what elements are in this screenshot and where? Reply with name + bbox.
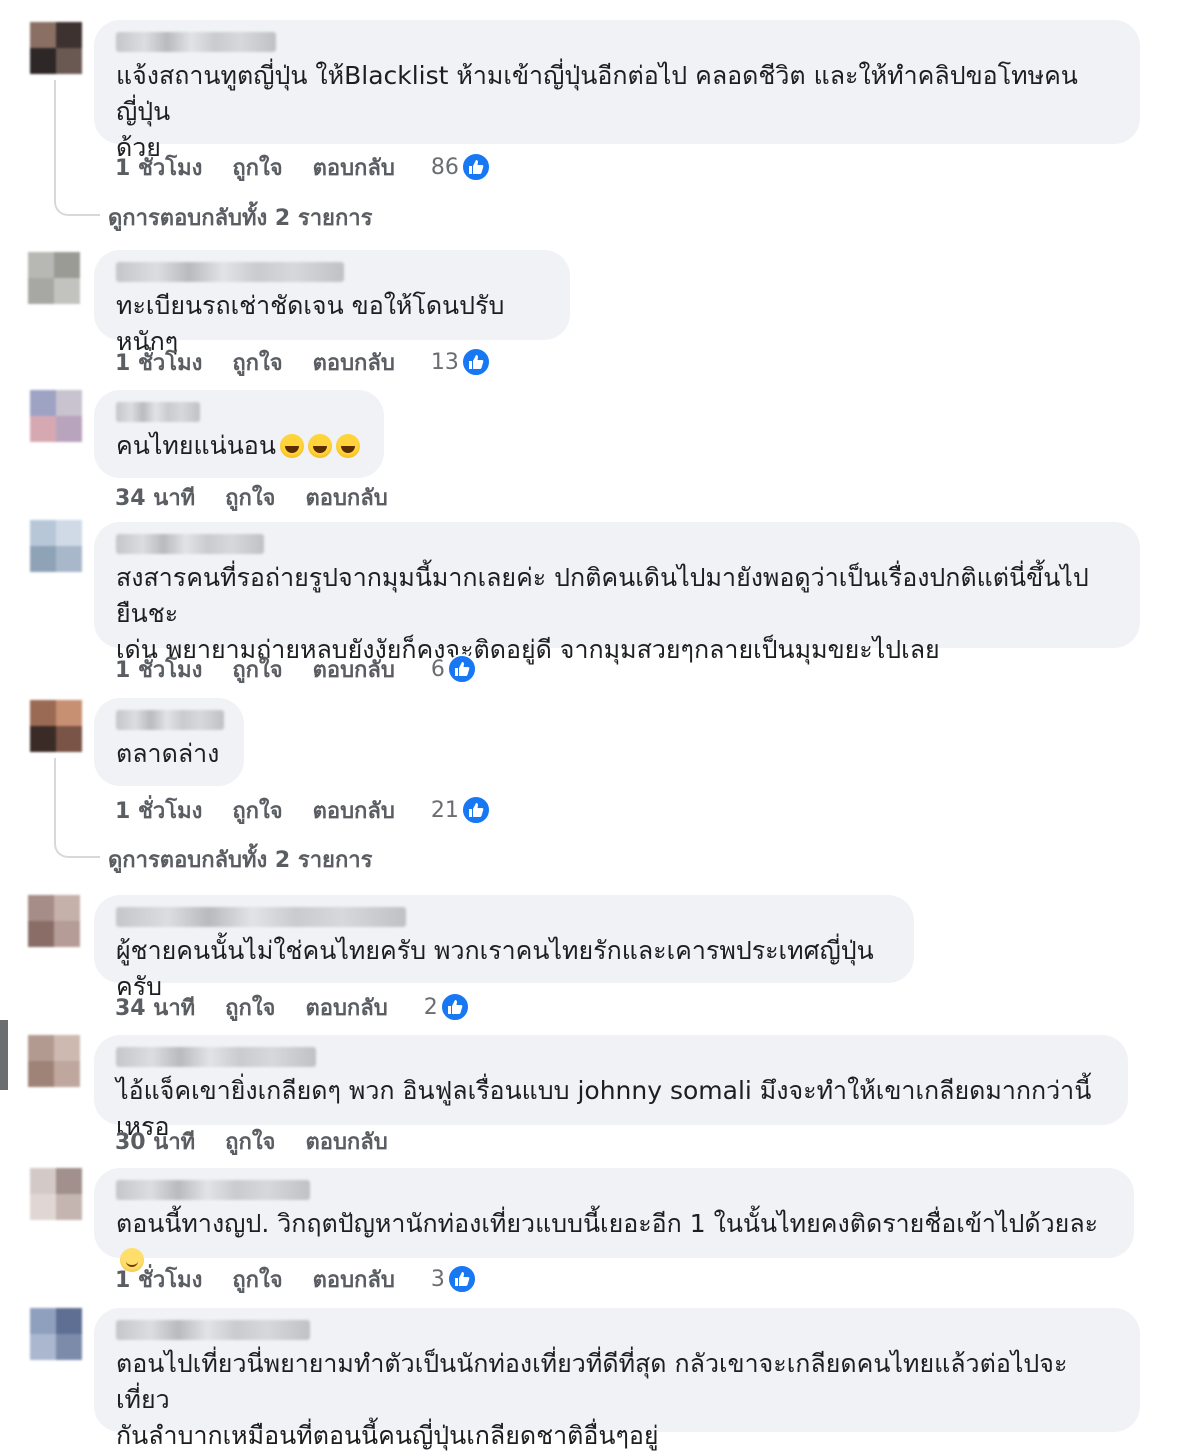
comment-text: คนไทยแน่นอน (116, 428, 362, 464)
reply-button[interactable]: ตอบกลับ (313, 1262, 395, 1297)
reply-button[interactable]: ตอบกลับ (305, 1124, 387, 1159)
like-count: 86 (430, 154, 459, 180)
comment-actions: 1 ชั่วโมง ถูกใจ ตอบกลับ 3 (115, 1262, 507, 1296)
reaction-count[interactable]: 86 (431, 152, 521, 182)
author-name-blurred[interactable] (116, 262, 344, 282)
comment-text-value: ตอนนี้ทางญป. วิกฤตปัญหานักท่องเที่ยวแบบน… (116, 1209, 1099, 1238)
comment-actions: 30 นาที ถูกใจ ตอบกลับ (115, 1124, 418, 1158)
comment-actions: 1 ชั่วโมง ถูกใจ ตอบกลับ 86 (115, 150, 521, 184)
like-count: 3 (430, 1266, 445, 1292)
author-name-blurred[interactable] (116, 1047, 316, 1067)
thumbs-up-icon (460, 795, 491, 825)
laughing-face-icon (307, 434, 332, 458)
author-name-blurred[interactable] (116, 32, 276, 52)
timestamp[interactable]: 1 ชั่วโมง (115, 150, 202, 185)
comment-actions: 34 นาที ถูกใจ ตอบกลับ (115, 480, 418, 514)
comment-bubble: ตอนไปเที่ยวนี่พยายามทำตัวเป็นนักท่องเที่… (94, 1308, 1140, 1450)
reaction-count[interactable]: 13 (431, 347, 521, 377)
thumbs-up-icon (446, 654, 477, 684)
reply-button[interactable]: ตอบกลับ (313, 150, 395, 185)
comment-bubble: ตลาดล่าง (94, 698, 244, 786)
like-count: 2 (423, 994, 438, 1020)
thumbs-up-icon (460, 347, 491, 377)
like-button[interactable]: ถูกใจ (232, 150, 282, 185)
thread-connector (54, 80, 100, 216)
reaction-count[interactable]: 3 (431, 1264, 507, 1294)
comment-text: ตลาดล่าง (116, 739, 220, 768)
thumbs-up-icon (460, 152, 491, 182)
reaction-count[interactable]: 21 (431, 795, 521, 825)
comment-actions: 1 ชั่วโมง ถูกใจ ตอบกลับ 6 (115, 652, 507, 686)
laughing-face-icon (279, 434, 304, 458)
author-name-blurred[interactable] (116, 1180, 310, 1200)
timestamp[interactable]: 1 ชั่วโมง (115, 1262, 202, 1297)
avatar[interactable] (30, 520, 82, 572)
like-button[interactable]: ถูกใจ (225, 480, 275, 515)
comment-actions: 1 ชั่วโมง ถูกใจ ตอบกลับ 21 (115, 793, 521, 827)
reply-button[interactable]: ตอบกลับ (305, 480, 387, 515)
comment-bubble: คนไทยแน่นอน (94, 390, 384, 478)
like-button[interactable]: ถูกใจ (232, 793, 282, 828)
reply-button[interactable]: ตอบกลับ (313, 793, 395, 828)
avatar[interactable] (28, 252, 80, 304)
timestamp[interactable]: 1 ชั่วโมง (115, 345, 202, 380)
comment-bubble: ทะเบียนรถเช่าชัดเจน ขอให้โดนปรับหนักๆ (94, 250, 570, 356)
like-button[interactable]: ถูกใจ (225, 990, 275, 1025)
avatar[interactable] (30, 700, 82, 752)
avatar[interactable] (30, 1308, 82, 1360)
like-button[interactable]: ถูกใจ (232, 652, 282, 687)
thumbs-up-icon (446, 1264, 477, 1294)
avatar[interactable] (30, 390, 82, 442)
avatar[interactable] (28, 1035, 80, 1087)
reaction-count[interactable]: 2 (424, 992, 500, 1022)
comment-bubble: ผู้ชายคนนั้นไม่ใช่คนไทยครับ พวกเราคนไทยร… (94, 895, 914, 1001)
comment-actions: 1 ชั่วโมง ถูกใจ ตอบกลับ 13 (115, 345, 521, 379)
timestamp[interactable]: 34 นาที (115, 990, 195, 1025)
timestamp[interactable]: 1 ชั่วโมง (115, 652, 202, 687)
view-replies-link[interactable]: ดูการตอบกลับทั้ง 2 รายการ (108, 842, 372, 877)
author-name-blurred[interactable] (116, 402, 200, 422)
scroll-indicator (0, 1020, 8, 1090)
thumbs-up-icon (439, 992, 470, 1022)
thread-connector (54, 758, 100, 858)
timestamp[interactable]: 30 นาที (115, 1124, 195, 1159)
comment-bubble: ตอนนี้ทางญป. วิกฤตปัญหานักท่องเที่ยวแบบน… (94, 1168, 1134, 1272)
reply-button[interactable]: ตอบกลับ (313, 652, 395, 687)
reaction-count[interactable]: 6 (431, 654, 507, 684)
comment-text-value: คนไทยแน่นอน (116, 431, 276, 460)
avatar[interactable] (30, 1168, 82, 1220)
like-count: 21 (430, 797, 459, 823)
author-name-blurred[interactable] (116, 534, 264, 554)
like-count: 13 (430, 349, 459, 375)
timestamp[interactable]: 1 ชั่วโมง (115, 793, 202, 828)
author-name-blurred[interactable] (116, 907, 406, 927)
avatar[interactable] (30, 22, 82, 74)
reply-button[interactable]: ตอบกลับ (313, 345, 395, 380)
comment-actions: 34 นาที ถูกใจ ตอบกลับ 2 (115, 990, 500, 1024)
view-replies-link[interactable]: ดูการตอบกลับทั้ง 2 รายการ (108, 200, 372, 235)
like-button[interactable]: ถูกใจ (232, 1262, 282, 1297)
comment-bubble: แจ้งสถานทูตญี่ปุ่น ให้Blacklist ห้ามเข้า… (94, 20, 1140, 162)
like-button[interactable]: ถูกใจ (232, 345, 282, 380)
author-name-blurred[interactable] (116, 1320, 310, 1340)
like-count: 6 (430, 656, 445, 682)
timestamp[interactable]: 34 นาที (115, 480, 195, 515)
comment-bubble: สงสารคนที่รอถ่ายรูปจากมุมนี้มากเลยค่ะ ปก… (94, 522, 1140, 664)
like-button[interactable]: ถูกใจ (225, 1124, 275, 1159)
reply-button[interactable]: ตอบกลับ (305, 990, 387, 1025)
comment-text: ตอนไปเที่ยวนี่พยายามทำตัวเป็นนักท่องเที่… (116, 1349, 1068, 1450)
avatar[interactable] (28, 895, 80, 947)
comment-bubble: ไอ้แจ็คเขายิ่งเกลียดๆ พวก อินฟูลเรื่อนแบ… (94, 1035, 1128, 1141)
laughing-face-icon (335, 434, 360, 458)
author-name-blurred[interactable] (116, 710, 224, 730)
